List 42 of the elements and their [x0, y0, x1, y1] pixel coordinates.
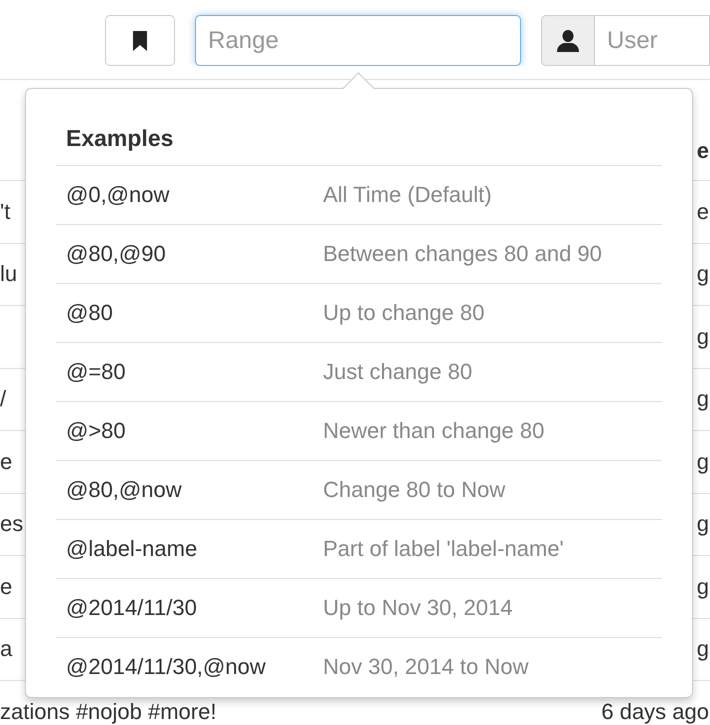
example-description: Change 80 to Now — [323, 477, 506, 503]
example-description: All Time (Default) — [323, 182, 493, 208]
bookmark-button[interactable] — [105, 15, 175, 66]
range-example: @0,@now — [66, 182, 170, 208]
table-cell: / — [0, 386, 6, 412]
table-cell: g — [696, 636, 709, 662]
person-icon — [556, 30, 580, 52]
table-cell: a — [0, 636, 12, 662]
range-example: @80,@90 — [66, 241, 167, 267]
table-cell: zations #nojob #more! — [0, 698, 216, 725]
table-cell: g — [696, 261, 709, 288]
table-cell: e — [0, 448, 12, 475]
range-example: @80,@now — [66, 477, 183, 503]
example-description: Part of label 'label-name' — [323, 536, 565, 562]
table-cell: e — [696, 138, 709, 164]
example-description: Just change 80 — [323, 359, 474, 385]
range-example: @>80 — [66, 418, 127, 444]
range-example: @label-name — [66, 536, 198, 562]
table-cell: lu — [0, 261, 18, 288]
popover-title: Examples — [66, 124, 174, 153]
example-description: Up to change 80 — [323, 300, 486, 326]
table-cell: g — [696, 386, 709, 412]
table-cell: g — [696, 448, 709, 475]
table-cell: es — [0, 511, 24, 538]
range-example: @=80 — [66, 359, 127, 385]
table-cell: e — [696, 198, 709, 225]
table-cell: g — [696, 324, 709, 350]
example-description: Between changes 80 and 90 — [323, 241, 603, 267]
table-cell: e — [0, 574, 12, 600]
table-cell: 't — [0, 198, 10, 225]
example-description: Nov 30, 2014 to Now — [323, 654, 530, 680]
range-example: @2014/11/30,@now — [66, 654, 267, 680]
bookmark-icon — [133, 30, 147, 50]
table-cell: 6 days ago — [601, 698, 709, 725]
range-example: @2014/11/30 — [66, 595, 198, 621]
range-field[interactable]: Range — [195, 15, 521, 66]
user-field[interactable]: User — [595, 15, 710, 66]
table-cell: g — [696, 574, 709, 600]
range-example: @80 — [66, 300, 114, 326]
table-cell: g — [696, 511, 709, 538]
example-description: Newer than change 80 — [323, 418, 546, 444]
example-description: Up to Nov 30, 2014 — [323, 595, 514, 621]
